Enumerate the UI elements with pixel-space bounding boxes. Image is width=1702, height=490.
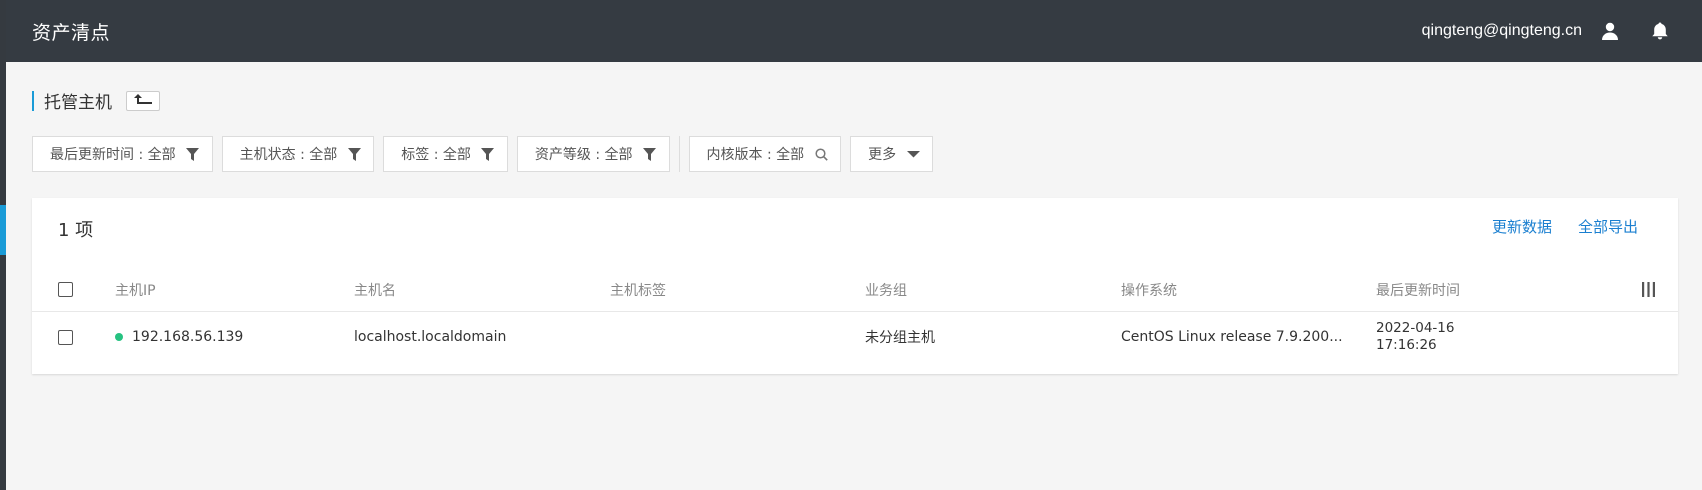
table-actions: 更新数据 全部导出 <box>1492 216 1638 237</box>
user-email[interactable]: qingteng@qingteng.cn <box>1422 22 1582 40</box>
cell-updated: 2022-04-16 17:16:26 <box>1376 312 1454 362</box>
filter-divider <box>678 136 680 172</box>
filter-label: 主机状态 : 全部 <box>239 147 338 163</box>
host-ip[interactable]: 192.168.56.139 <box>132 329 243 345</box>
filter-host-status[interactable]: 主机状态 : 全部 <box>221 136 375 172</box>
top-bar: 资产清点 qingteng@qingteng.cn <box>6 0 1702 62</box>
filter-label: 资产等级 : 全部 <box>534 147 633 163</box>
table-header: 主机IP 主机名 主机标签 业务组 操作系统 最后更新时间 <box>32 268 1678 312</box>
filter-kernel-version[interactable]: 内核版本 : 全部 <box>688 136 842 172</box>
column-header-os[interactable]: 操作系统 <box>1121 268 1177 311</box>
filter-asset-level[interactable]: 资产等级 : 全部 <box>516 136 670 172</box>
row-select-cell <box>58 312 73 362</box>
host-group: 未分组主机 <box>865 330 935 346</box>
row-checkbox[interactable] <box>58 329 73 345</box>
app-title: 资产清点 <box>32 21 111 44</box>
host-table-card: 1 项 更新数据 全部导出 主机IP 主机名 主机标签 业务组 操作系统 最后更… <box>32 198 1678 374</box>
column-header-group[interactable]: 业务组 <box>865 268 907 311</box>
column-header-updated[interactable]: 最后更新时间 <box>1376 268 1460 311</box>
page-header: 托管主机 <box>32 88 160 113</box>
filter-icon <box>643 147 657 161</box>
column-header-ip[interactable]: 主机IP <box>115 268 156 311</box>
filter-label: 最后更新时间 : 全部 <box>50 147 176 163</box>
user-area: qingteng@qingteng.cn <box>1422 19 1672 43</box>
refresh-data-button[interactable]: 更新数据 <box>1492 216 1552 237</box>
result-count: 1 项 <box>58 220 94 241</box>
page-title: 托管主机 <box>44 93 112 113</box>
status-dot <box>115 333 123 341</box>
filter-label: 标签 : 全部 <box>401 147 471 163</box>
main-content: 托管主机 最后更新时间 : 全部 主机状态 : 全部 标签 : 全部 资产等级 … <box>6 62 1702 490</box>
filter-tags[interactable]: 标签 : 全部 <box>383 136 508 172</box>
select-all-checkbox[interactable] <box>58 282 73 297</box>
filter-icon <box>481 147 495 161</box>
filter-icon <box>186 147 200 161</box>
filter-bar: 最后更新时间 : 全部 主机状态 : 全部 标签 : 全部 资产等级 : 全部 … <box>32 136 942 172</box>
column-settings-icon[interactable] <box>1641 268 1656 311</box>
filter-more[interactable]: 更多 <box>850 136 934 172</box>
filter-last-updated[interactable]: 最后更新时间 : 全部 <box>32 136 213 172</box>
title-accent-bar <box>32 90 34 111</box>
table-row[interactable]: 192.168.56.139 localhost.localdomain 未分组… <box>32 312 1678 362</box>
search-icon <box>814 147 828 161</box>
export-all-button[interactable]: 全部导出 <box>1578 216 1638 237</box>
filter-icon <box>347 147 361 161</box>
host-name[interactable]: localhost.localdomain <box>354 312 506 362</box>
bell-icon[interactable] <box>1648 19 1672 43</box>
host-os: CentOS Linux release 7.9.200... <box>1121 329 1343 345</box>
select-all-cell <box>58 268 73 311</box>
caret-down-icon <box>906 147 920 161</box>
updated-date: 2022-04-16 <box>1376 320 1455 336</box>
updated-time: 17:16:26 <box>1376 337 1437 353</box>
upload-icon <box>133 92 153 110</box>
filter-label: 内核版本 : 全部 <box>706 147 805 163</box>
filter-label: 更多 <box>868 147 897 163</box>
upload-button[interactable] <box>126 90 160 111</box>
user-icon[interactable] <box>1598 19 1622 43</box>
column-header-tags[interactable]: 主机标签 <box>610 268 666 311</box>
column-header-hostname[interactable]: 主机名 <box>354 268 396 311</box>
cell-ip: 192.168.56.139 <box>115 312 243 362</box>
